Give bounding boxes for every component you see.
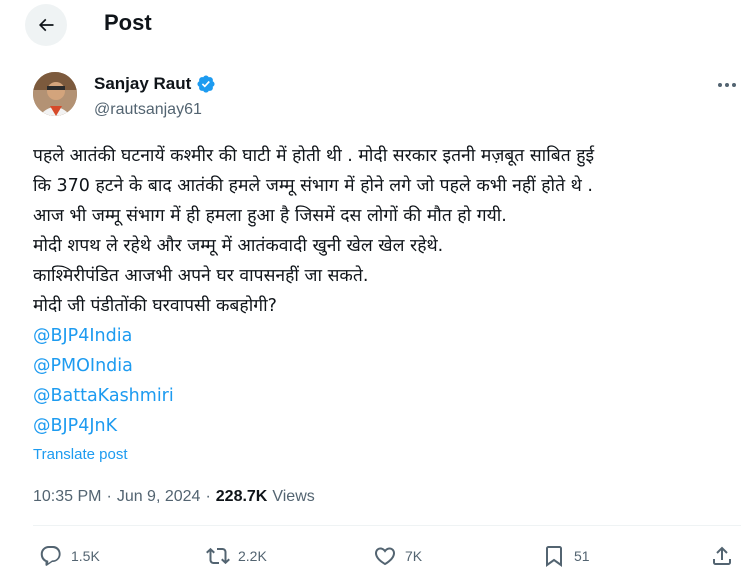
author-name-row[interactable]: Sanjay Raut	[94, 74, 216, 94]
heart-icon	[374, 547, 396, 566]
repost-button[interactable]: 2.2K	[206, 544, 267, 568]
like-button[interactable]: 7K	[373, 544, 422, 568]
post-date[interactable]: Jun 9, 2024	[117, 487, 201, 507]
avatar[interactable]	[33, 72, 77, 116]
views-count: 228.7K	[215, 488, 268, 505]
post-text-line: आज भी जम्मू संभाग में ही हमला हुआ है जिस…	[33, 206, 507, 226]
arrow-left-icon	[38, 18, 54, 32]
reply-count: 1.5K	[71, 548, 100, 564]
mention-link[interactable]: @BJP4JnK	[33, 411, 741, 441]
post-metadata: 10:35 PM · Jun 9, 2024 · 228.7K Views	[33, 487, 315, 507]
author-handle[interactable]: @rautsanjay61	[94, 100, 202, 120]
translate-post-link[interactable]: Translate post	[33, 445, 128, 465]
post-text-line: पहले आतंकी घटनायें कश्मीर की घाटी में हो…	[33, 146, 595, 166]
bookmark-icon	[546, 546, 562, 567]
views-label: Views	[272, 488, 315, 505]
back-button[interactable]	[25, 4, 67, 46]
post-text-line: काश्मिरीपंडित आजभी अपने घर वापसनहीं जा स…	[33, 266, 369, 286]
post-text: पहले आतंकी घटनायें कश्मीर की घाटी में हो…	[33, 141, 741, 441]
repost-icon	[206, 547, 230, 565]
divider	[33, 525, 741, 526]
post-text-line: मोदी जी पंडीतोंकी घरवापसी कबहोगी?	[33, 296, 277, 316]
more-options-icon[interactable]	[715, 80, 741, 90]
bookmark-count: 51	[574, 548, 590, 564]
verified-badge-icon	[197, 75, 215, 93]
share-icon	[713, 546, 731, 565]
meta-separator: ·	[205, 488, 211, 505]
post-time[interactable]: 10:35 PM	[33, 487, 101, 507]
repost-count: 2.2K	[238, 548, 267, 564]
meta-separator: ·	[106, 488, 112, 505]
post-text-line: कि 370 हटने के बाद आतंकी हमले जम्मू संभा…	[33, 176, 593, 196]
avatar-image	[33, 72, 77, 116]
mention-link[interactable]: @BJP4India	[33, 321, 741, 351]
post-text-line: मोदी शपथ ले रहेथे और जम्मू में आतंकवादी …	[33, 236, 444, 256]
mention-link[interactable]: @PMOIndia	[33, 351, 741, 381]
bookmark-button[interactable]: 51	[542, 544, 590, 568]
action-bar: 1.5K 2.2K 7K 51	[0, 544, 741, 576]
post-header: Post	[0, 0, 741, 52]
reply-button[interactable]: 1.5K	[39, 544, 100, 568]
author-display-name[interactable]: Sanjay Raut	[94, 74, 191, 94]
like-count: 7K	[405, 548, 423, 564]
page-title: Post	[104, 10, 152, 35]
reply-icon	[40, 546, 61, 566]
share-button[interactable]	[710, 544, 734, 568]
mention-link[interactable]: @BattaKashmiri	[33, 381, 741, 411]
